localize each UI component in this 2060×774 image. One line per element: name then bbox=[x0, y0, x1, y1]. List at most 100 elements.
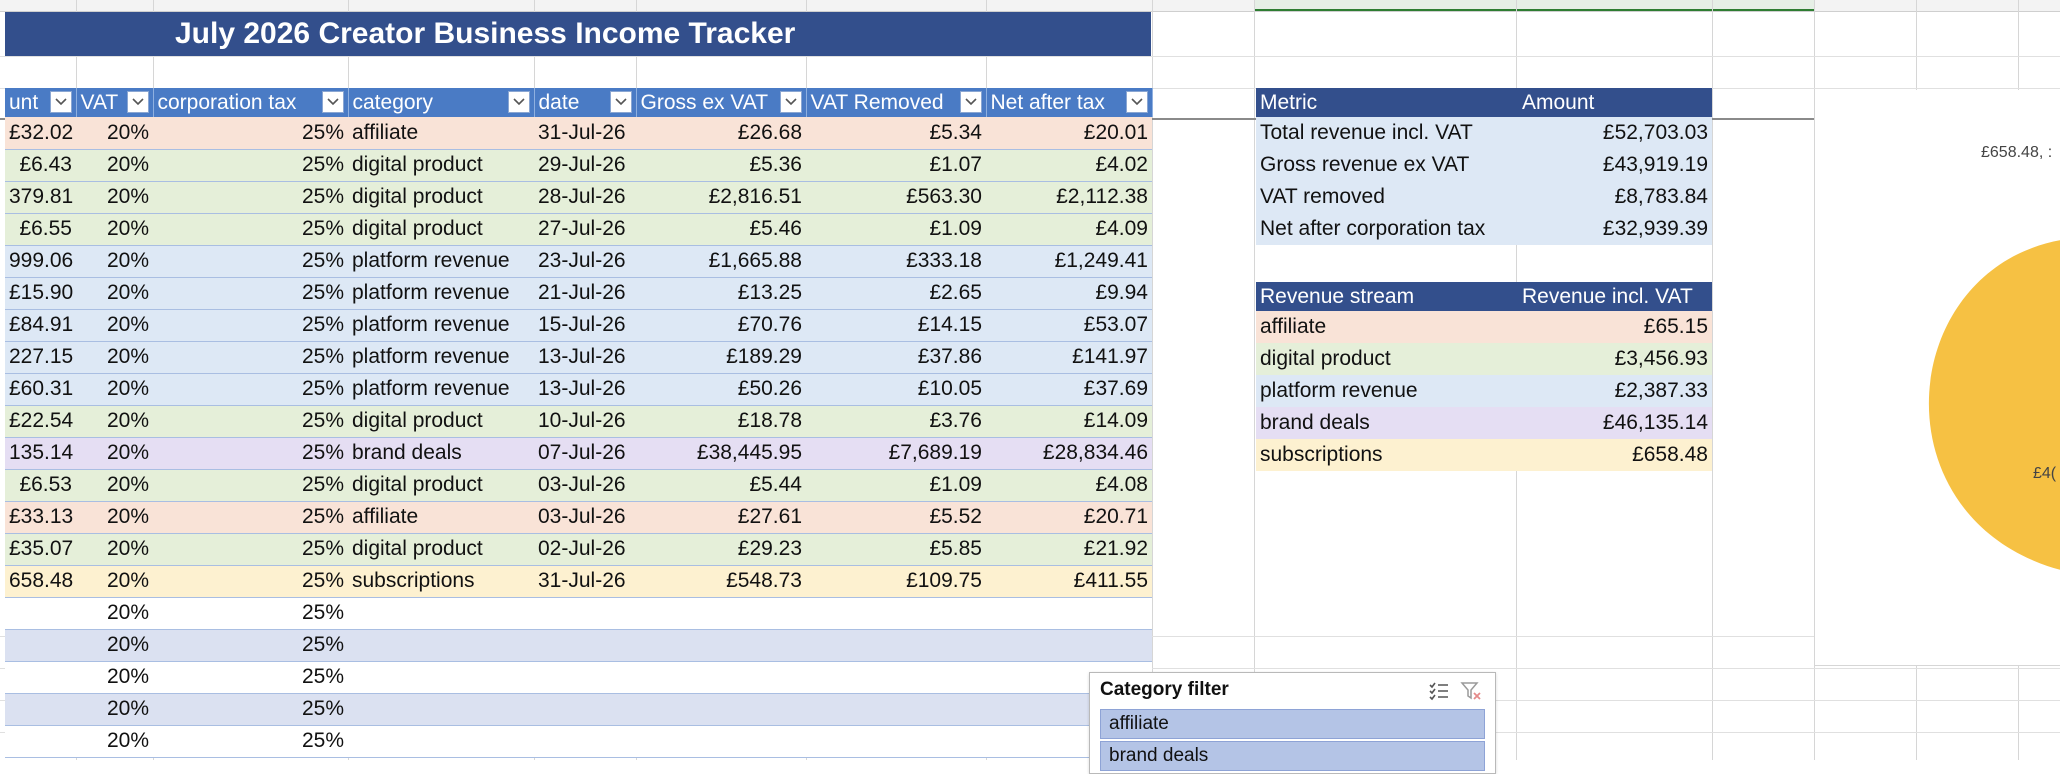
cell-vat-removed[interactable]: £1.09 bbox=[806, 469, 986, 502]
revenue-stream-row[interactable]: affiliate £65.15 bbox=[1256, 311, 1712, 343]
cell-net[interactable]: £4.08 bbox=[986, 469, 1152, 502]
cell-net[interactable]: £28,834.46 bbox=[986, 437, 1152, 470]
stream-label[interactable]: brand deals bbox=[1256, 407, 1518, 439]
cell-gross[interactable]: £50.26 bbox=[636, 373, 806, 406]
cell-vat[interactable]: 20% bbox=[76, 437, 153, 470]
revenue-pie-chart[interactable]: £658.48, : £4( bbox=[1814, 90, 2060, 666]
cell-vat[interactable]: 20% bbox=[76, 533, 153, 566]
cell-corp[interactable]: 25% bbox=[153, 373, 348, 406]
cell-gross[interactable] bbox=[636, 693, 806, 726]
cell-category[interactable]: platform revenue bbox=[348, 245, 534, 278]
cell-corp[interactable]: 25% bbox=[153, 597, 348, 630]
cell-category[interactable]: affiliate bbox=[348, 501, 534, 534]
cell-date[interactable]: 02-Jul-26 bbox=[534, 533, 636, 566]
metric-value[interactable]: £43,919.19 bbox=[1518, 149, 1712, 181]
cell-vat[interactable]: 20% bbox=[76, 693, 153, 726]
cell-vat[interactable]: 20% bbox=[76, 629, 153, 662]
cell-corp[interactable]: 25% bbox=[153, 149, 348, 182]
cell-gross[interactable] bbox=[636, 629, 806, 662]
slicer-item[interactable]: affiliate bbox=[1100, 709, 1485, 739]
cell-amount[interactable]: £33.13 bbox=[5, 501, 76, 534]
cell-date[interactable]: 21-Jul-26 bbox=[534, 277, 636, 310]
cell-amount[interactable]: £32.02 bbox=[5, 117, 76, 150]
cell-category[interactable]: digital product bbox=[348, 405, 534, 438]
cell-vat-removed[interactable]: £14.15 bbox=[806, 309, 986, 342]
table-row[interactable]: £35.07 20% 25% digital product 02-Jul-26 £29.… bbox=[5, 533, 1152, 566]
stream-value[interactable]: £65.15 bbox=[1518, 311, 1712, 343]
metric-row[interactable]: Total revenue incl. VAT £52,703.03 bbox=[1256, 117, 1712, 149]
cell-category[interactable] bbox=[348, 725, 534, 758]
cell-gross[interactable]: £70.76 bbox=[636, 309, 806, 342]
cell-vat-removed[interactable]: £5.85 bbox=[806, 533, 986, 566]
filter-dropdown-icon[interactable] bbox=[321, 91, 344, 113]
cell-vat-removed[interactable]: £7,689.19 bbox=[806, 437, 986, 470]
cell-date[interactable]: 07-Jul-26 bbox=[534, 437, 636, 470]
cell-gross[interactable]: £2,816.51 bbox=[636, 181, 806, 214]
multi-select-icon[interactable] bbox=[1428, 680, 1450, 702]
cell-date[interactable] bbox=[534, 725, 636, 758]
table-row[interactable]: 379.81 20% 25% digital product 28-Jul-26 £2,8… bbox=[5, 181, 1152, 214]
stream-label[interactable]: affiliate bbox=[1256, 311, 1518, 343]
cell-amount[interactable]: £6.53 bbox=[5, 469, 76, 502]
metric-label[interactable]: VAT removed bbox=[1256, 181, 1518, 213]
revenue-stream-row[interactable]: platform revenue £2,387.33 bbox=[1256, 375, 1712, 407]
stream-value[interactable]: £658.48 bbox=[1518, 439, 1712, 471]
cell-vat-removed[interactable]: £5.52 bbox=[806, 501, 986, 534]
cell-vat[interactable]: 20% bbox=[76, 181, 153, 214]
cell-category[interactable]: subscriptions bbox=[348, 565, 534, 598]
clear-filter-icon[interactable] bbox=[1460, 680, 1482, 702]
cell-amount[interactable] bbox=[5, 725, 76, 758]
cell-category[interactable] bbox=[348, 693, 534, 726]
cell-amount[interactable]: 135.14 bbox=[5, 437, 76, 470]
cell-category[interactable]: platform revenue bbox=[348, 309, 534, 342]
cell-net[interactable]: £37.69 bbox=[986, 373, 1152, 406]
cell-corp[interactable]: 25% bbox=[153, 629, 348, 662]
cell-date[interactable]: 03-Jul-26 bbox=[534, 469, 636, 502]
cell-vat[interactable]: 20% bbox=[76, 501, 153, 534]
cell-vat-removed[interactable]: £563.30 bbox=[806, 181, 986, 214]
filter-dropdown-icon[interactable] bbox=[126, 91, 149, 113]
revenue-stream-row[interactable]: brand deals £46,135.14 bbox=[1256, 407, 1712, 439]
cell-vat-removed[interactable]: £5.34 bbox=[806, 117, 986, 150]
metric-value[interactable]: £8,783.84 bbox=[1518, 181, 1712, 213]
cell-amount[interactable] bbox=[5, 597, 76, 630]
cell-category[interactable]: digital product bbox=[348, 213, 534, 246]
cell-gross[interactable] bbox=[636, 725, 806, 758]
filter-dropdown-icon[interactable] bbox=[507, 91, 530, 113]
cell-vat[interactable]: 20% bbox=[76, 245, 153, 278]
cell-category[interactable]: digital product bbox=[348, 149, 534, 182]
metric-label[interactable]: Gross revenue ex VAT bbox=[1256, 149, 1518, 181]
cell-gross[interactable]: £27.61 bbox=[636, 501, 806, 534]
cell-corp[interactable]: 25% bbox=[153, 245, 348, 278]
table-row[interactable]: 227.15 20% 25% platform revenue 13-Jul-26 £18… bbox=[5, 341, 1152, 374]
cell-net[interactable] bbox=[986, 597, 1152, 630]
stream-label[interactable]: subscriptions bbox=[1256, 439, 1518, 471]
cell-vat-removed[interactable] bbox=[806, 629, 986, 662]
cell-vat-removed[interactable]: £3.76 bbox=[806, 405, 986, 438]
cell-date[interactable]: 15-Jul-26 bbox=[534, 309, 636, 342]
cell-date[interactable]: 31-Jul-26 bbox=[534, 565, 636, 598]
table-row[interactable]: 20% 25% bbox=[5, 725, 1152, 758]
cell-vat-removed[interactable]: £1.07 bbox=[806, 149, 986, 182]
metric-row[interactable]: Net after corporation tax £32,939.39 bbox=[1256, 213, 1712, 245]
table-row[interactable]: £15.90 20% 25% platform revenue 21-Jul-26 £13… bbox=[5, 277, 1152, 310]
cell-corp[interactable]: 25% bbox=[153, 213, 348, 246]
cell-net[interactable]: £20.71 bbox=[986, 501, 1152, 534]
cell-amount[interactable]: £35.07 bbox=[5, 533, 76, 566]
stream-value[interactable]: £3,456.93 bbox=[1518, 343, 1712, 375]
cell-vat[interactable]: 20% bbox=[76, 117, 153, 150]
cell-date[interactable]: 10-Jul-26 bbox=[534, 405, 636, 438]
cell-corp[interactable]: 25% bbox=[153, 693, 348, 726]
cell-date[interactable]: 23-Jul-26 bbox=[534, 245, 636, 278]
revenue-stream-row[interactable]: digital product £3,456.93 bbox=[1256, 343, 1712, 375]
cell-gross[interactable] bbox=[636, 661, 806, 694]
cell-corp[interactable]: 25% bbox=[153, 405, 348, 438]
cell-date[interactable] bbox=[534, 629, 636, 662]
cell-amount[interactable]: 227.15 bbox=[5, 341, 76, 374]
cell-net[interactable]: £411.55 bbox=[986, 565, 1152, 598]
table-row[interactable]: £33.13 20% 25% affiliate 03-Jul-26 £27.61 £5.5… bbox=[5, 501, 1152, 534]
table-row[interactable]: 20% 25% bbox=[5, 597, 1152, 630]
filter-dropdown-icon[interactable] bbox=[779, 91, 802, 113]
metric-row[interactable]: Gross revenue ex VAT £43,919.19 bbox=[1256, 149, 1712, 181]
table-row[interactable]: £32.02 20% 25% affiliate 31-Jul-26 £26.68 £5.3… bbox=[5, 117, 1152, 150]
